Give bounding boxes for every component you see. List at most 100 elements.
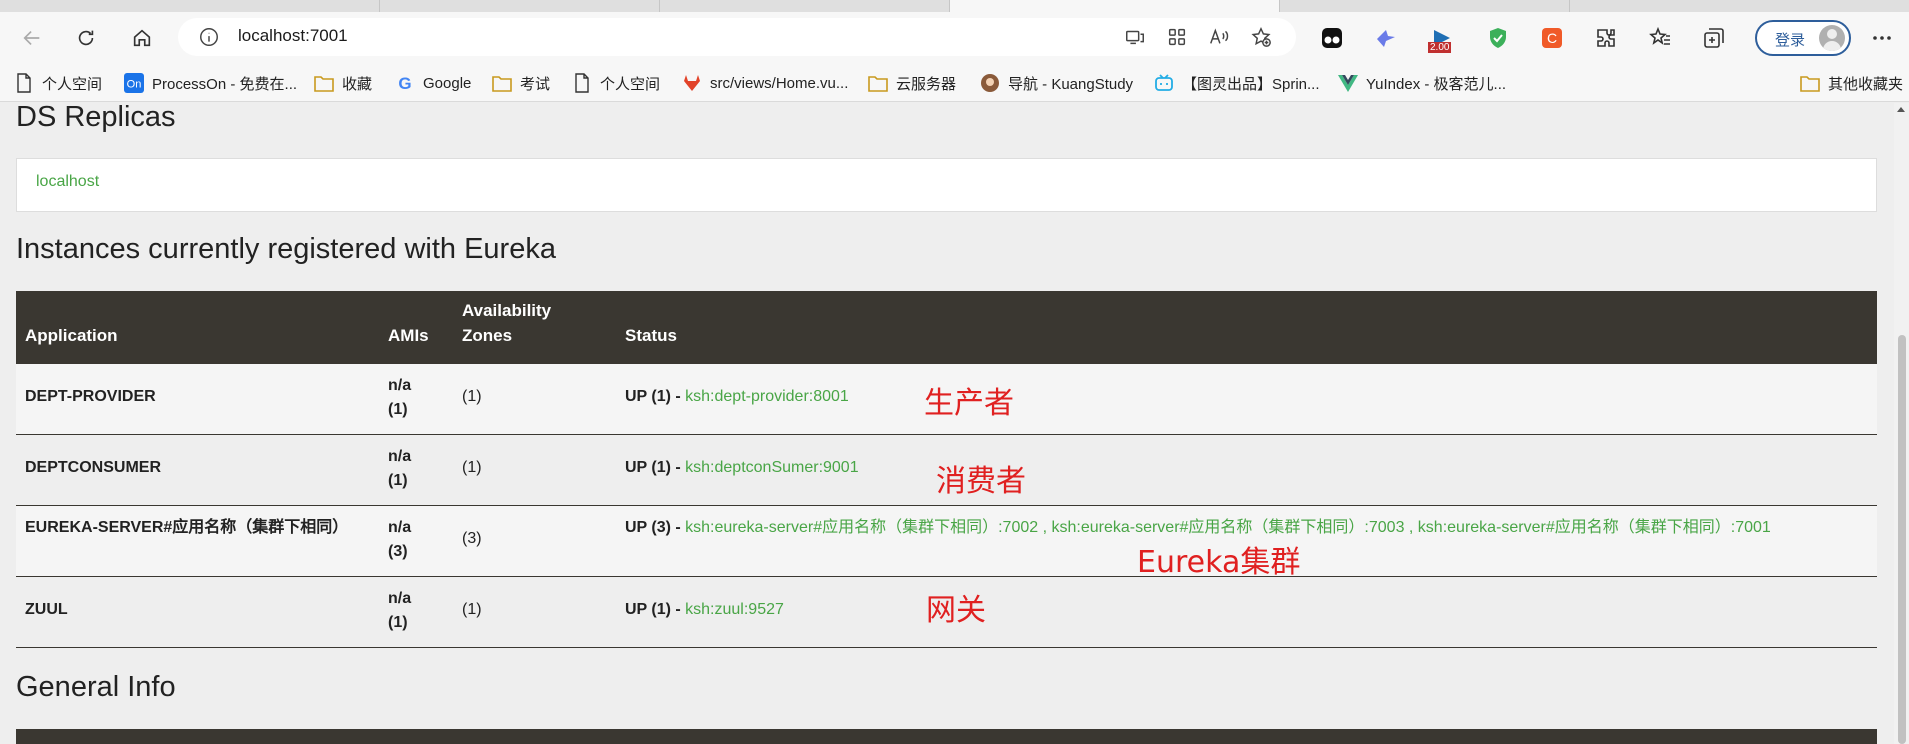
bookmark-item[interactable]: 导航 - KuangStudy <box>980 72 1133 94</box>
extension-bird-icon[interactable] <box>1372 24 1400 52</box>
bookmark-label: 其他收藏夹 <box>1828 75 1904 93</box>
extension-c-icon[interactable]: C <box>1538 24 1566 52</box>
collections-icon[interactable] <box>1700 24 1728 52</box>
back-arrow-icon <box>23 30 40 46</box>
bookmark-item[interactable]: 个人空间 <box>572 72 660 94</box>
bookmark-item[interactable]: On ProcessOn - 免费在... <box>124 72 297 94</box>
bilibili-icon <box>1154 73 1174 93</box>
cell-zones: (3) <box>462 530 482 547</box>
app-available-icon[interactable] <box>1124 26 1146 48</box>
tab[interactable] <box>0 0 380 12</box>
extensions-puzzle-icon[interactable] <box>1592 24 1620 52</box>
cell-application: EUREKA-SERVER#应用名称（集群下相同） <box>25 519 349 536</box>
bookmark-label: 个人空间 <box>42 75 103 93</box>
general-info-title: General Info <box>16 671 176 703</box>
browser-window: localhost:7001 2.00 C 登录 个人空间 On Process… <box>0 0 1909 744</box>
refresh-icon <box>78 30 94 46</box>
svg-text:G: G <box>398 74 411 92</box>
more-menu-icon[interactable] <box>1868 24 1896 52</box>
login-label: 登录 <box>1775 32 1806 49</box>
header-application: Application <box>25 326 118 345</box>
processon-icon: On <box>124 73 144 93</box>
favorites-icon[interactable] <box>1646 24 1674 52</box>
annotation-gateway: 网关 <box>926 593 986 628</box>
scroll-up-icon[interactable] <box>1897 107 1905 112</box>
bookmark-label: 导航 - KuangStudy <box>1008 75 1134 93</box>
replica-link[interactable]: localhost <box>36 173 99 191</box>
page-icon <box>572 73 592 93</box>
bookmark-label: Google <box>423 74 472 92</box>
header-status: Status <box>625 326 677 345</box>
info-icon[interactable] <box>198 26 220 48</box>
general-info-table-header <box>16 729 1877 744</box>
bookmark-item[interactable]: 其他收藏夹 <box>1800 72 1903 94</box>
bookmark-label: 【图灵出品】Sprin... <box>1182 75 1320 93</box>
instance-link[interactable]: ksh:deptconSumer:9001 <box>685 459 858 476</box>
login-button[interactable]: 登录 <box>1755 20 1851 56</box>
apps-grid-icon[interactable] <box>1166 26 1188 48</box>
annotation-producer: 生产者 <box>924 386 1014 421</box>
tab-strip <box>0 0 1909 12</box>
instances-title: Instances currently registered with Eure… <box>16 233 556 265</box>
cell-status: UP (1) - ksh:zuul:9527 <box>625 598 784 622</box>
tab[interactable] <box>660 0 950 12</box>
home-icon <box>133 29 151 47</box>
profile-avatar-icon <box>1819 25 1845 51</box>
cell-application: ZUUL <box>25 601 68 618</box>
folder-icon <box>1800 73 1820 93</box>
home-button[interactable] <box>126 22 158 54</box>
bookmark-item[interactable]: 【图灵出品】Sprin... <box>1154 72 1320 94</box>
header-availability-zones: Availability Zones <box>462 301 552 345</box>
cell-zones: (1) <box>462 601 482 618</box>
eureka-dashboard: DS Replicas localhost Instances currentl… <box>0 103 1894 744</box>
extension-video-speed-icon[interactable]: 2.00 <box>1426 24 1460 53</box>
svg-text:C: C <box>1547 30 1557 46</box>
bookmark-label: 云服务器 <box>896 75 957 93</box>
extension-badge: 2.00 <box>1428 42 1452 53</box>
replicas-title: DS Replicas <box>16 103 176 133</box>
vue-icon <box>1338 73 1358 93</box>
cell-application: DEPTCONSUMER <box>25 459 162 476</box>
cell-status: UP (1) - ksh:dept-provider:8001 <box>625 385 849 409</box>
status-prefix: UP (1) - <box>625 388 686 405</box>
bookmark-item[interactable]: 收藏 <box>314 72 372 94</box>
cell-application: DEPT-PROVIDER <box>25 388 156 405</box>
google-icon: G <box>395 73 415 93</box>
instance-link[interactable]: ksh:zuul:9527 <box>685 601 784 618</box>
scrollbar-thumb[interactable] <box>1898 335 1906 744</box>
svg-text:On: On <box>127 79 142 91</box>
bookmarks-bar: 个人空间 On ProcessOn - 免费在... 收藏 G Google 考… <box>0 64 1909 102</box>
back-button[interactable] <box>16 22 48 54</box>
bookmark-item[interactable]: YuIndex - 极客范儿... <box>1338 72 1506 94</box>
bookmark-item[interactable]: 考试 <box>492 72 550 94</box>
tab[interactable] <box>1280 0 1570 12</box>
read-aloud-icon[interactable] <box>1208 26 1230 48</box>
bookmark-item[interactable]: G Google <box>395 72 471 94</box>
bookmark-item[interactable]: 个人空间 <box>14 72 102 94</box>
bookmark-label: src/views/Home.vu... <box>710 74 849 92</box>
address-bar[interactable]: localhost:7001 <box>178 18 1296 56</box>
instance-link[interactable]: ksh:dept-provider:8001 <box>685 388 849 405</box>
favorite-add-icon[interactable] <box>1250 26 1272 48</box>
bookmark-label: YuIndex - 极客范儿... <box>1366 75 1507 93</box>
bookmark-item[interactable]: src/views/Home.vu... <box>682 72 848 94</box>
avatar-icon <box>980 73 1000 93</box>
page-scrollbar[interactable] <box>1894 103 1909 744</box>
cell-amis: n/a (1) <box>388 590 412 631</box>
table-row: EUREKA-SERVER#应用名称（集群下相同） n/a (3) (3) UP… <box>16 506 1877 577</box>
folder-icon <box>868 73 888 93</box>
extension-shield-icon[interactable] <box>1484 24 1512 52</box>
browser-toolbar: localhost:7001 2.00 C 登录 <box>0 12 1909 64</box>
folder-icon <box>492 73 512 93</box>
extension-tampermonkey-icon[interactable] <box>1318 24 1346 52</box>
refresh-button[interactable] <box>70 22 102 54</box>
tab[interactable] <box>380 0 660 12</box>
cell-amis: n/a (1) <box>388 448 412 489</box>
bookmark-label: ProcessOn - 免费在... <box>152 75 298 93</box>
url-text[interactable]: localhost:7001 <box>238 26 348 46</box>
bookmark-item[interactable]: 云服务器 <box>868 72 956 94</box>
tab-active[interactable] <box>950 0 1280 12</box>
annotation-eureka-cluster: Eureka集群 <box>1137 545 1301 580</box>
bookmark-label: 个人空间 <box>600 75 661 93</box>
instance-link[interactable]: ksh:eureka-server#应用名称（集群下相同）:7002 , ksh… <box>685 519 1771 536</box>
